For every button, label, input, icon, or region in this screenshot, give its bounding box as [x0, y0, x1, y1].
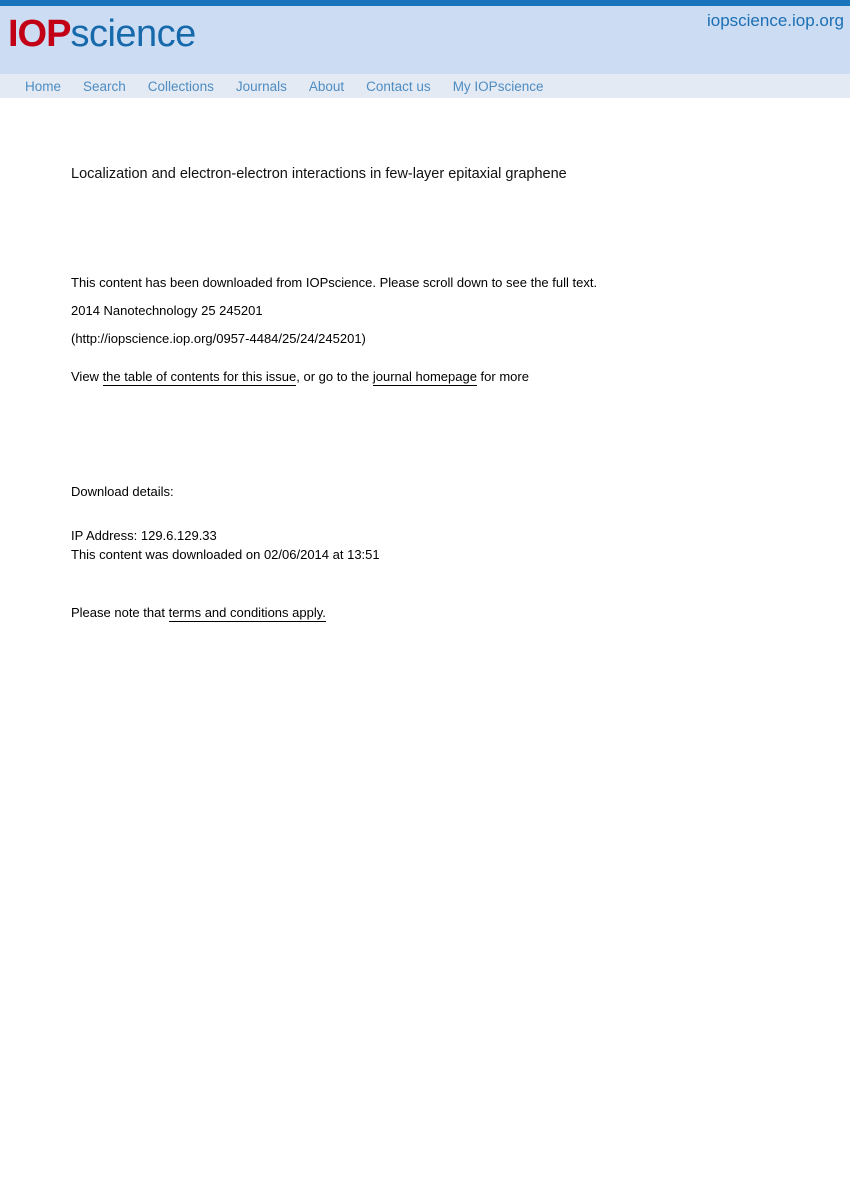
ip-address-text: IP Address: 129.6.129.33	[71, 528, 217, 543]
page-title: Localization and electron-electron inter…	[71, 166, 567, 182]
nav-item-about[interactable]: About	[298, 79, 355, 94]
table-of-contents-link[interactable]: the table of contents for this issue	[102, 369, 297, 386]
site-url-label: iopscience.iop.org	[706, 11, 844, 30]
nav-item-search[interactable]: Search	[72, 79, 137, 94]
citation-text: 2014 Nanotechnology 25 245201	[71, 303, 263, 318]
article-title-block: Localization and electron-electron inter…	[71, 165, 771, 183]
download-details-heading: Download details:	[71, 484, 174, 499]
terms-notice-block: Please note that terms and conditions ap…	[71, 605, 326, 622]
main-navigation: Home Search Collections Journals About C…	[0, 74, 850, 98]
download-details-block: Download details: IP Address: 129.6.129.…	[71, 484, 380, 566]
view-links-paragraph: View the table of contents for this issu…	[71, 369, 529, 386]
iopscience-logo[interactable]: IOPscience	[8, 13, 196, 55]
site-header: IOPscience iopscience.iop.org	[0, 6, 850, 74]
nav-item-contact-us[interactable]: Contact us	[355, 79, 442, 94]
logo-iop-text: IOP	[8, 13, 71, 55]
download-timestamp-text: This content was downloaded on 02/06/201…	[71, 547, 380, 562]
view-prefix-text: View	[71, 369, 103, 384]
download-notice-text: This content has been downloaded from IO…	[71, 275, 598, 290]
view-middle-text: , or go to the	[296, 369, 373, 384]
logo-science-text: science	[70, 13, 196, 55]
terms-and-conditions-link[interactable]: terms and conditions apply.	[168, 605, 326, 622]
view-links-line: View the table of contents for this issu…	[71, 369, 529, 386]
terms-prefix-text: Please note that	[71, 605, 169, 620]
journal-homepage-link[interactable]: journal homepage	[372, 369, 477, 386]
doi-url-text: (http://iopscience.iop.org/0957-4484/25/…	[71, 331, 366, 346]
terms-paragraph: Please note that terms and conditions ap…	[71, 605, 326, 622]
nav-item-journals[interactable]: Journals	[225, 79, 298, 94]
nav-item-my-iopscience[interactable]: My IOPscience	[442, 79, 555, 94]
download-notice-block: This content has been downloaded from IO…	[71, 275, 791, 359]
nav-item-collections[interactable]: Collections	[137, 79, 225, 94]
nav-item-home[interactable]: Home	[14, 79, 72, 94]
view-suffix-text: for more	[476, 369, 529, 384]
